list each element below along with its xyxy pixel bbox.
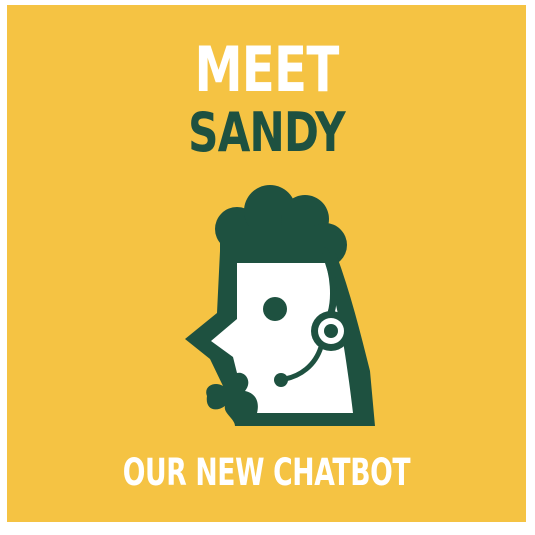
- headset-mic: [274, 373, 288, 387]
- rooster-eye: [263, 297, 287, 321]
- headline-sandy: SANDY: [188, 101, 345, 164]
- headset-earpiece: [311, 311, 351, 351]
- rooster-with-headset-icon: [185, 185, 375, 426]
- tagline: OUR NEW CHATBOT: [122, 451, 411, 494]
- image-frame: MEET SANDY OUR NEW CHATBOT: [0, 0, 535, 535]
- headline-meet: MEET: [194, 33, 339, 106]
- promo-card: MEET SANDY OUR NEW CHATBOT: [7, 5, 526, 522]
